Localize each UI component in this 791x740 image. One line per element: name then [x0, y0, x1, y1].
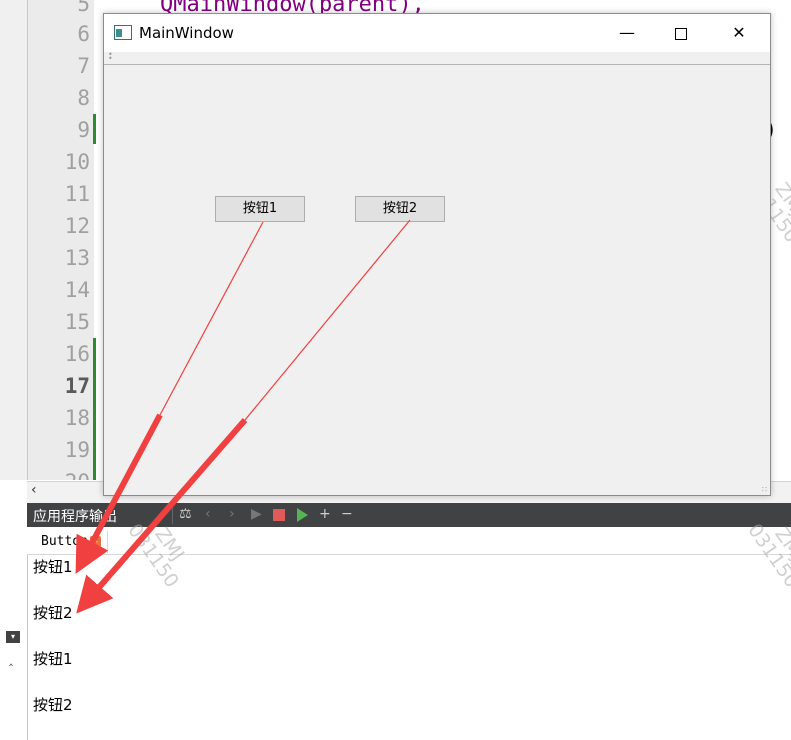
output-line: 按钮1: [33, 558, 73, 576]
line-number: 11: [64, 182, 90, 206]
line-number: 6: [77, 22, 90, 46]
output-tab-bar: Button ✕: [27, 527, 791, 555]
line-number: 15: [64, 310, 90, 334]
line-number: 14: [64, 278, 90, 302]
line-number-current: 17: [64, 374, 90, 398]
rerun-icon[interactable]: ▶: [251, 506, 262, 522]
previous-icon[interactable]: ‹: [205, 506, 211, 522]
grip-icon: • •: [108, 50, 113, 63]
line-number: 19: [64, 438, 90, 462]
line-number: 9: [77, 118, 90, 142]
toolbar-separator: [172, 506, 173, 524]
output-line: 按钮2: [33, 604, 73, 622]
zoom-in-icon[interactable]: +: [319, 506, 331, 522]
change-marker: [93, 114, 96, 144]
close-tab-icon[interactable]: ✕: [89, 536, 101, 547]
next-icon[interactable]: ›: [229, 506, 235, 522]
output-tab[interactable]: Button ✕: [35, 531, 108, 553]
output-tab-label: Button: [41, 534, 88, 549]
window-title: MainWindow: [139, 24, 234, 42]
button-1[interactable]: 按钮1: [215, 196, 305, 222]
editor-left-strip: [0, 0, 28, 480]
line-number: 18: [64, 406, 90, 430]
line-number: 5: [77, 0, 90, 16]
maximize-button[interactable]: [661, 20, 701, 46]
stop-icon[interactable]: [273, 509, 285, 521]
collapse-icon[interactable]: ▾: [6, 631, 20, 643]
zoom-out-icon[interactable]: −: [341, 506, 353, 522]
menu-bar[interactable]: • •: [104, 50, 770, 65]
line-number-gutter: 5 6 7 8 9 10 11 12 13 14 15 16 17 18 19 …: [28, 0, 94, 480]
output-left-strip: [0, 503, 28, 740]
clear-output-icon[interactable]: ⚖: [179, 506, 192, 522]
app-window-icon: [114, 25, 132, 40]
maximize-icon: [675, 27, 687, 40]
minimize-button[interactable]: —: [607, 20, 647, 46]
size-grip-icon[interactable]: ∷: [762, 486, 767, 494]
scroll-left-icon[interactable]: ‹: [31, 482, 37, 498]
line-number: 16: [64, 342, 90, 366]
close-window-button[interactable]: ✕: [719, 20, 759, 46]
output-toolbar: 应用程序输出 ⚖ ‹ › ▶ + −: [27, 503, 791, 527]
button-2[interactable]: 按钮2: [355, 196, 445, 222]
output-pane-title: 应用程序输出: [33, 509, 117, 525]
line-number: 8: [77, 86, 90, 110]
window-titlebar[interactable]: MainWindow — ✕: [104, 14, 770, 52]
output-line: 按钮2: [33, 696, 73, 714]
main-window: MainWindow — ✕ • • 按钮1 按钮2 ∷: [103, 13, 771, 496]
line-number: 7: [77, 54, 90, 78]
change-marker: [93, 338, 96, 480]
line-number: 12: [64, 214, 90, 238]
debug-run-icon[interactable]: [297, 508, 308, 522]
line-number: 10: [64, 150, 90, 174]
line-number: 20: [30, 470, 90, 480]
scroll-up-icon[interactable]: ‸: [9, 652, 13, 666]
line-number: 13: [64, 246, 90, 270]
output-line: 按钮1: [33, 650, 73, 668]
